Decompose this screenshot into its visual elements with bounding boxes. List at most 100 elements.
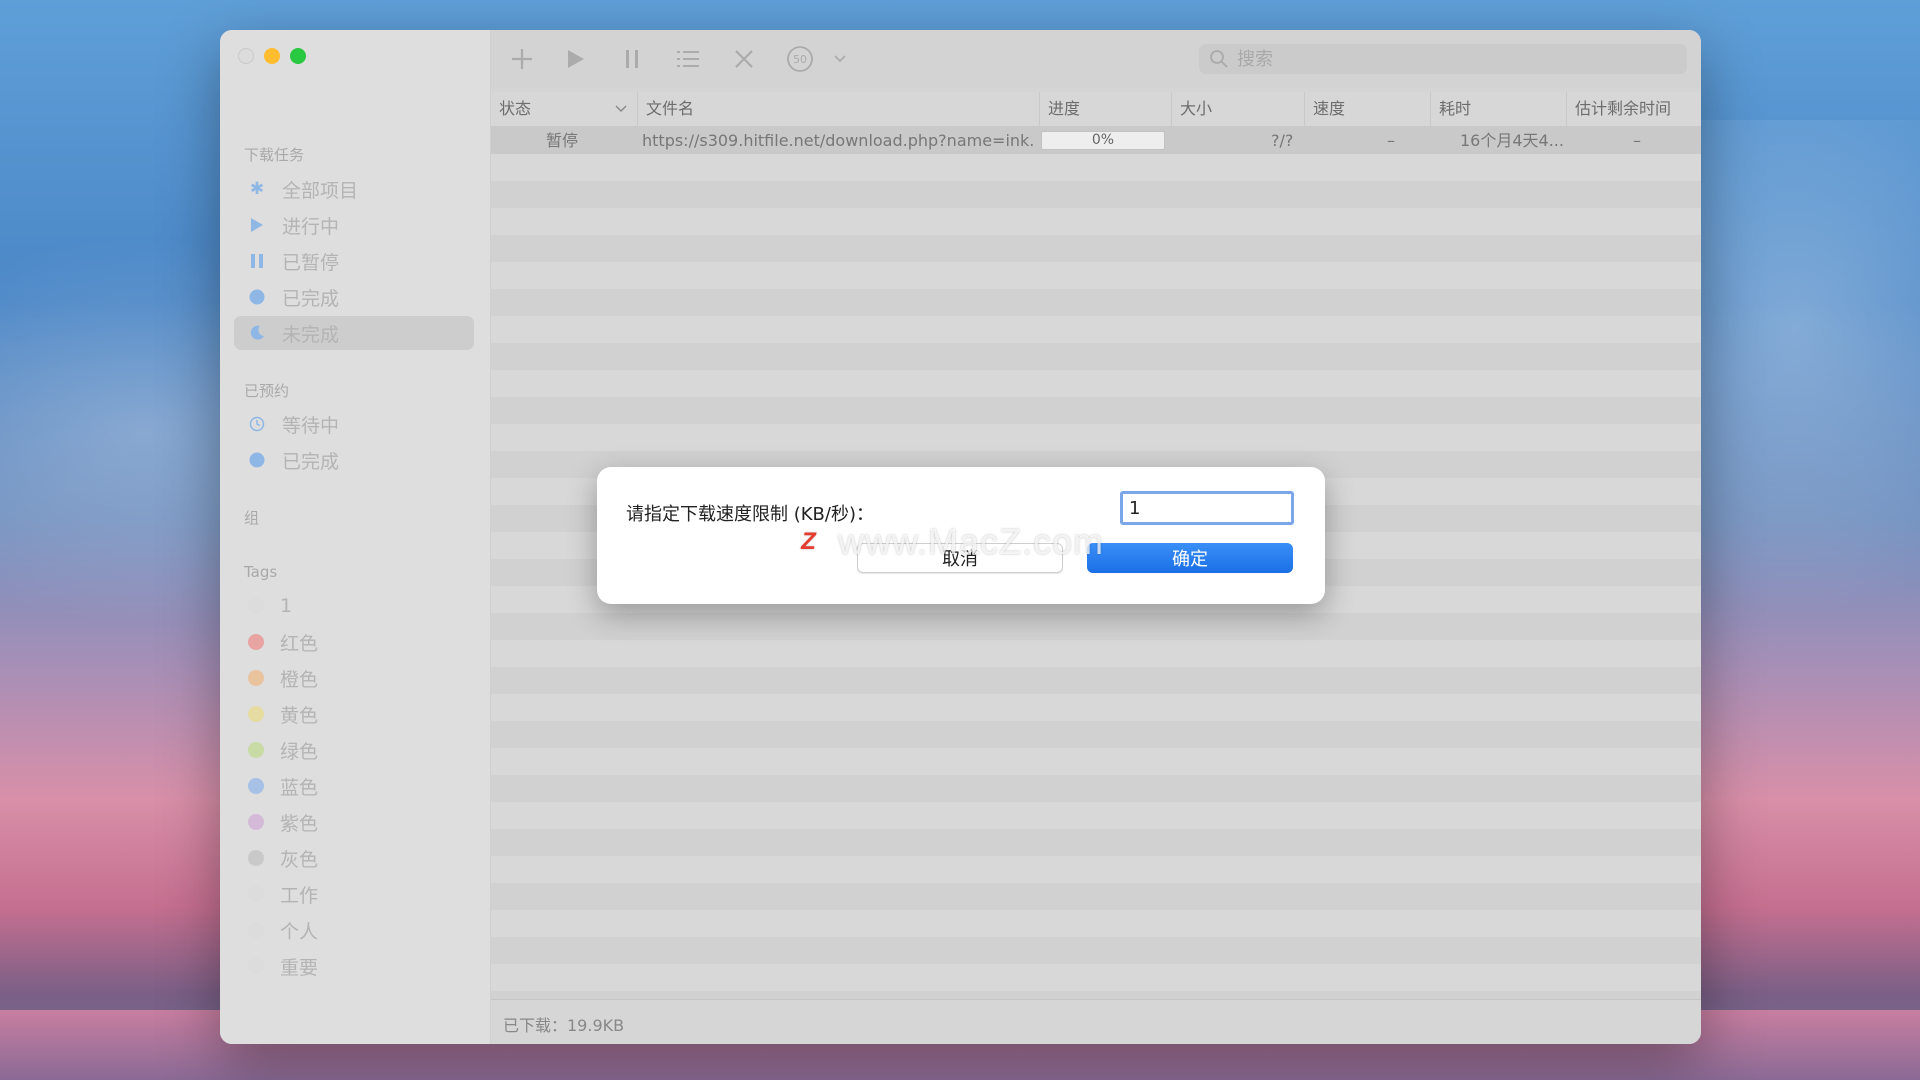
table-row[interactable]: 暂停 https://s309.hitfile.net/download.php… bbox=[491, 127, 1701, 154]
sidebar-tag-item[interactable]: 灰色 bbox=[234, 841, 474, 875]
sidebar-tag-item[interactable]: 黄色 bbox=[234, 697, 474, 731]
sidebar-item-scheduled-completed[interactable]: 已完成 bbox=[234, 443, 474, 477]
column-header-status[interactable]: 状态 bbox=[491, 92, 638, 126]
cell-elapsed: 16个月4天4... bbox=[1460, 131, 1564, 150]
tag-color-icon bbox=[248, 922, 264, 938]
column-header-label: 速度 bbox=[1313, 99, 1346, 118]
sidebar-item-paused[interactable]: 已暂停 bbox=[234, 244, 474, 278]
sidebar-tag-item[interactable]: 绿色 bbox=[234, 733, 474, 767]
column-header-label: 状态 bbox=[499, 99, 532, 118]
column-header-label: 估计剩余时间 bbox=[1575, 99, 1672, 118]
sidebar-tag-item[interactable]: 重要 bbox=[234, 949, 474, 983]
add-icon[interactable] bbox=[505, 42, 539, 76]
column-header-label: 耗时 bbox=[1439, 99, 1472, 118]
sidebar-item-label: 等待中 bbox=[282, 414, 340, 437]
speed-limit-prompt: 请指定下载速度限制 (KB/秒)： bbox=[626, 504, 874, 525]
tag-color-icon bbox=[248, 778, 264, 794]
section-title-scheduled: 已预约 bbox=[244, 382, 290, 400]
status-bar: 已下载：19.9KB bbox=[491, 999, 1701, 1044]
traffic-lights bbox=[238, 48, 306, 64]
sidebar-tag-item[interactable]: 紫色 bbox=[234, 805, 474, 839]
sidebar-tag-label: 橙色 bbox=[280, 668, 319, 691]
table-header: 状态 文件名 进度 大小 速度 耗时 估计剩余时间 bbox=[491, 92, 1701, 127]
cancel-button[interactable]: 取消 bbox=[857, 543, 1063, 573]
section-title-downloads: 下载任务 bbox=[244, 146, 305, 164]
tag-color-icon bbox=[248, 670, 264, 686]
column-header-elapsed[interactable]: 耗时 bbox=[1431, 92, 1567, 126]
column-header-progress[interactable]: 进度 bbox=[1040, 92, 1172, 126]
sidebar-item-completed[interactable]: 已完成 bbox=[234, 280, 474, 314]
sidebar-tag-label: 灰色 bbox=[280, 848, 319, 871]
sidebar-item-label: 未完成 bbox=[282, 323, 340, 346]
maximize-window-button[interactable] bbox=[290, 48, 306, 64]
sidebar-tag-item[interactable]: 橙色 bbox=[234, 661, 474, 695]
sidebar-tag-label: 工作 bbox=[280, 884, 319, 907]
column-header-speed[interactable]: 速度 bbox=[1305, 92, 1431, 126]
minimize-window-button[interactable] bbox=[264, 48, 280, 64]
column-header-label: 进度 bbox=[1048, 99, 1081, 118]
toolbar: 50 bbox=[491, 30, 1701, 88]
search-input[interactable] bbox=[1235, 45, 1687, 73]
tag-color-icon bbox=[248, 850, 264, 866]
chevron-down-icon bbox=[615, 105, 627, 112]
sidebar-item-active[interactable]: 进行中 bbox=[234, 208, 474, 242]
sidebar-item-all[interactable]: ✱ 全部项目 bbox=[234, 172, 474, 206]
sidebar-item-label: 全部项目 bbox=[282, 179, 359, 202]
tag-color-icon bbox=[248, 598, 264, 614]
clock-icon bbox=[248, 415, 266, 433]
sidebar-tag-item[interactable]: 个人 bbox=[234, 913, 474, 947]
progress-bar: 0% bbox=[1041, 131, 1165, 150]
tag-color-icon bbox=[248, 706, 264, 722]
pause-icon[interactable] bbox=[615, 42, 649, 76]
speed-limit-icon[interactable]: 50 bbox=[783, 42, 817, 76]
sidebar: 下载任务 ✱ 全部项目 进行中 已暂停 已完成 未完成 已预约 等待中 已完成 … bbox=[220, 30, 491, 1044]
ok-button[interactable]: 确定 bbox=[1087, 543, 1293, 573]
close-window-button[interactable] bbox=[238, 48, 254, 64]
sidebar-tag-label: 重要 bbox=[280, 956, 319, 979]
moon-icon bbox=[248, 324, 266, 342]
sidebar-tag-item[interactable]: 蓝色 bbox=[234, 769, 474, 803]
sidebar-tag-label: 1 bbox=[280, 595, 293, 617]
watermark-logo-icon: Z bbox=[792, 525, 826, 559]
close-icon[interactable] bbox=[727, 42, 761, 76]
column-header-remaining[interactable]: 估计剩余时间 bbox=[1567, 92, 1701, 126]
play-icon bbox=[248, 216, 266, 234]
sidebar-tag-item[interactable]: 红色 bbox=[234, 625, 474, 659]
column-header-label: 文件名 bbox=[646, 99, 695, 118]
pause-icon bbox=[248, 252, 266, 270]
tag-color-icon bbox=[248, 742, 264, 758]
circle-icon bbox=[248, 451, 266, 469]
sidebar-item-incomplete[interactable]: 未完成 bbox=[234, 316, 474, 350]
sidebar-tag-item[interactable]: 1 bbox=[234, 589, 474, 623]
search-field[interactable] bbox=[1199, 44, 1687, 74]
sidebar-tag-label: 绿色 bbox=[280, 740, 319, 763]
sidebar-tag-label: 红色 bbox=[280, 632, 319, 655]
section-title-groups: 组 bbox=[244, 509, 260, 527]
sidebar-item-label: 已暂停 bbox=[282, 251, 340, 274]
progress-label: 0% bbox=[1091, 132, 1115, 148]
speed-limit-input[interactable] bbox=[1120, 491, 1294, 525]
speed-limit-badge: 50 bbox=[793, 52, 807, 66]
play-icon[interactable] bbox=[559, 42, 593, 76]
chevron-down-icon[interactable] bbox=[823, 42, 857, 76]
section-title-tags: Tags bbox=[244, 563, 278, 581]
list-icon[interactable] bbox=[671, 42, 705, 76]
sidebar-item-label: 已完成 bbox=[282, 287, 340, 310]
tag-color-icon bbox=[248, 814, 264, 830]
sidebar-item-waiting[interactable]: 等待中 bbox=[234, 407, 474, 441]
sidebar-item-label: 已完成 bbox=[282, 450, 340, 473]
speed-limit-dialog: 请指定下载速度限制 (KB/秒)： 取消 确定 Z www.MacZ.com bbox=[597, 467, 1325, 604]
tag-color-icon bbox=[248, 634, 264, 650]
circle-icon bbox=[248, 288, 266, 306]
cell-remaining: – bbox=[1633, 131, 1641, 150]
sidebar-item-label: 进行中 bbox=[282, 215, 340, 238]
column-header-filename[interactable]: 文件名 bbox=[638, 92, 1040, 126]
cell-filename: https://s309.hitfile.net/download.php?na… bbox=[642, 131, 1034, 150]
sidebar-tag-label: 蓝色 bbox=[280, 776, 319, 799]
downloaded-total: 已下载：19.9KB bbox=[503, 1016, 625, 1035]
cell-status: 暂停 bbox=[546, 131, 579, 150]
column-header-size[interactable]: 大小 bbox=[1172, 92, 1305, 126]
sidebar-tag-item[interactable]: 工作 bbox=[234, 877, 474, 911]
search-icon bbox=[1210, 50, 1228, 68]
cell-size: ?/? bbox=[1271, 131, 1294, 150]
